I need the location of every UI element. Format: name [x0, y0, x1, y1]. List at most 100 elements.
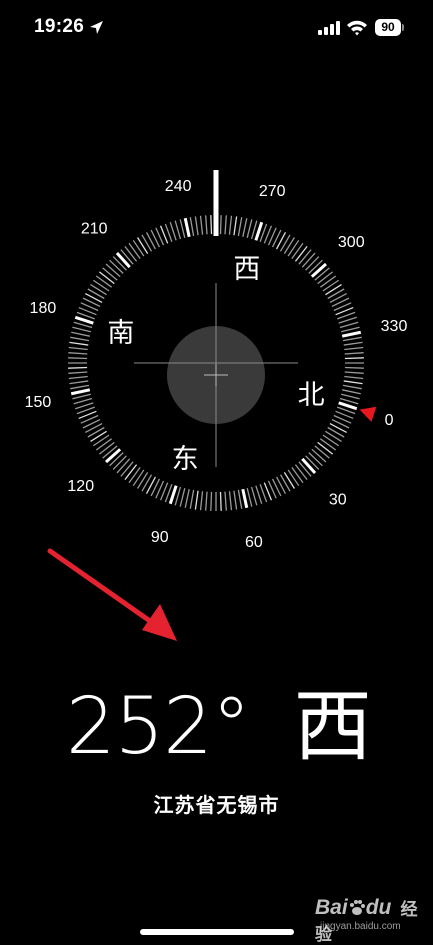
compass-tick: [341, 393, 360, 400]
compass-tick: [132, 469, 145, 487]
compass-degree-label: 0: [385, 412, 394, 429]
compass-tick: [137, 472, 149, 489]
compass-tick: [294, 245, 308, 262]
compass-tick: [287, 469, 300, 487]
compass-degree-label: 90: [151, 529, 169, 546]
home-indicator[interactable]: [140, 929, 294, 935]
compass-tick: [250, 486, 258, 506]
compass-tick: [68, 352, 88, 355]
compass-tick: [72, 326, 91, 333]
compass-tick: [112, 455, 127, 470]
heading-direction: 西: [293, 682, 372, 772]
compass-tick: [338, 316, 357, 324]
annotation-arrow-icon: [47, 548, 177, 641]
compass-tick: [194, 490, 199, 510]
compass-degree-label: 240: [165, 178, 192, 195]
compass-tick: [339, 321, 359, 329]
compass-degree-label: 60: [245, 534, 263, 551]
compass-tick: [95, 438, 113, 451]
compass-tick: [246, 488, 253, 507]
compass-tick: [105, 263, 121, 278]
compass-tick: [283, 237, 295, 254]
compass-tick: [73, 397, 93, 405]
compass-tick: [319, 438, 337, 451]
compass-tick: [98, 271, 115, 285]
compass-tick: [311, 448, 327, 463]
compass-tick: [168, 485, 178, 505]
location-label: 江苏省无锡市: [153, 793, 280, 817]
compass-tick: [109, 259, 124, 274]
compass-tick: [68, 346, 88, 351]
compass-tick: [141, 234, 153, 252]
compass-tick: [291, 466, 304, 484]
compass-tick: [70, 336, 90, 342]
compass-tick: [74, 315, 94, 325]
compass-tick: [105, 448, 122, 464]
compass-tick: [344, 371, 364, 374]
compass-tick: [344, 352, 364, 355]
compass-tick: [102, 267, 118, 281]
compass-tick: [341, 330, 362, 338]
compass-tick: [322, 279, 340, 292]
compass-tick: [283, 472, 295, 489]
compass-tick: [325, 284, 342, 296]
compass-tick: [344, 366, 364, 369]
compass-tick: [310, 262, 327, 278]
compass-tick: [291, 242, 304, 260]
compass-cardinal-label: 南: [107, 318, 134, 349]
compass-tick: [92, 434, 110, 447]
paw-icon: [349, 899, 365, 915]
compass-tick: [210, 491, 213, 511]
compass-tick: [183, 217, 191, 238]
compass-tick: [205, 215, 208, 235]
compass-tick: [90, 284, 107, 296]
compass-cardinal-label: 北: [298, 380, 325, 411]
compass-tick: [233, 490, 238, 510]
compass-tick: [115, 252, 131, 269]
compass-tick: [254, 221, 264, 241]
compass-tick: [343, 380, 363, 385]
baidu-watermark: Bai du 经验: [315, 895, 433, 945]
compass-tick: [69, 380, 89, 385]
compass-tick: [224, 491, 227, 511]
compass-tick: [279, 234, 291, 252]
compass-tick: [69, 341, 89, 346]
compass-tick: [210, 215, 213, 235]
compass-tick: [71, 331, 90, 337]
compass-degree-label: 150: [25, 394, 52, 411]
compass-tick: [338, 401, 358, 411]
compass-tick: [124, 245, 138, 262]
compass-degree-label: 210: [81, 221, 108, 238]
compass-tick: [75, 402, 94, 410]
compass-tick: [344, 346, 364, 351]
compass-degree-label: 30: [329, 491, 347, 508]
compass-tick: [98, 441, 115, 455]
compass-tick: [279, 474, 291, 492]
compass-tick: [116, 458, 131, 474]
compass-tick: [342, 336, 362, 342]
compass-tick: [344, 357, 364, 360]
compass-tick: [179, 488, 186, 507]
compass-tick: [95, 275, 113, 288]
compass-tick: [68, 375, 88, 380]
compass-tick: [132, 239, 145, 257]
compass-tick: [120, 461, 134, 477]
compass-tick: [70, 384, 90, 390]
compass-tick: [325, 430, 342, 442]
compass-tick: [228, 491, 233, 511]
compass-tick: [141, 474, 153, 492]
compass-cardinal-label: 东: [172, 444, 199, 475]
compass-tick: [344, 375, 364, 380]
compass-tick: [87, 288, 105, 300]
compass-tick: [322, 434, 340, 447]
compass-tick: [169, 222, 177, 241]
compass-degree-label: 180: [30, 300, 57, 317]
compass-tick: [224, 215, 227, 235]
baidu-logo: Bai du: [315, 895, 392, 919]
compass-tick: [174, 220, 182, 240]
compass-tick: [246, 219, 253, 238]
compass-tick: [327, 426, 345, 438]
compass-tick: [308, 452, 323, 467]
compass-degree-label: 330: [381, 318, 408, 335]
compass-tick: [124, 464, 138, 481]
